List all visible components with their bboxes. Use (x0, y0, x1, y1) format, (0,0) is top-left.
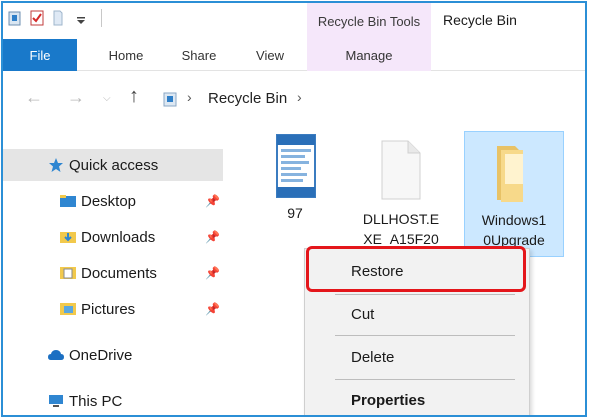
nav-item-this-pc[interactable]: This PC (3, 385, 223, 415)
address-bar-row: ← → ⌵ ↑ › Recycle Bin › (3, 71, 585, 127)
tab-share[interactable]: Share (171, 39, 227, 71)
download-folder-icon (59, 229, 77, 245)
menu-divider (335, 379, 515, 380)
tab-home[interactable]: Home (99, 39, 153, 71)
recycle-bin-small-icon (7, 9, 23, 27)
context-menu: Restore Cut Delete Properties (304, 248, 530, 415)
nav-item-label: Pictures (81, 300, 136, 318)
file-item-windows10upgrade[interactable]: Windows1 0Upgrade (464, 131, 564, 257)
nav-item-quick-access[interactable]: Quick access (3, 149, 223, 181)
pin-icon[interactable]: 📌 (205, 194, 220, 208)
nav-item-desktop[interactable]: Desktop 📌 (3, 185, 223, 217)
file-name: 0Upgrade (483, 232, 545, 248)
nav-item-label: OneDrive (69, 346, 133, 364)
cloud-icon (47, 347, 65, 363)
pin-icon[interactable]: 📌 (205, 230, 220, 244)
file-name: XE_A15F20 (363, 231, 439, 247)
navigation-pane: Quick access Desktop 📌 Downloads 📌 Docum… (3, 127, 223, 415)
nav-item-downloads[interactable]: Downloads 📌 (3, 221, 223, 253)
document-icon (276, 134, 316, 198)
breadcrumb-chevron-icon[interactable]: › (297, 89, 302, 105)
nav-item-label: Documents (81, 264, 157, 282)
pin-icon[interactable]: 📌 (205, 266, 220, 280)
menu-divider (335, 335, 515, 336)
file-name: 97 (287, 205, 303, 221)
star-icon (47, 157, 65, 173)
nav-item-label: This PC (69, 392, 123, 410)
menu-divider (335, 294, 515, 295)
recycle-bin-tools-group: Recycle Bin Tools (307, 3, 431, 39)
recent-locations-chevron-icon[interactable]: ⌵ (103, 93, 111, 104)
file-name: DLLHOST.E (362, 211, 440, 227)
toolbar-divider (101, 9, 102, 27)
back-arrow-icon[interactable]: ← (25, 87, 43, 108)
ribbon-tabs: File Home Share View Manage (3, 39, 585, 71)
nav-item-pictures[interactable]: Pictures 📌 (3, 293, 223, 325)
recycle-bin-icon (161, 90, 179, 108)
pin-icon[interactable]: 📌 (205, 302, 220, 316)
file-explorer-window: Recycle Bin Tools Recycle Bin File Home … (1, 1, 587, 417)
folder-icon (59, 193, 77, 209)
properties-check-icon[interactable] (29, 9, 45, 27)
nav-item-label: Desktop (81, 192, 137, 210)
up-arrow-icon[interactable]: ↑ (129, 85, 139, 108)
file-name: Windows1 (481, 212, 547, 228)
new-folder-icon[interactable] (51, 9, 67, 27)
tab-file[interactable]: File (3, 39, 77, 71)
computer-icon (47, 393, 65, 409)
window-title: Recycle Bin (443, 12, 517, 28)
file-item-97[interactable]: 97 (259, 133, 331, 233)
nav-item-label: Downloads (81, 228, 156, 246)
menu-item-cut[interactable]: Cut (305, 296, 529, 332)
tab-view[interactable]: View (243, 39, 297, 71)
file-item-dllhost[interactable]: DLLHOST.E XE_A15F20 (351, 139, 451, 249)
blank-file-icon (381, 140, 421, 200)
tab-manage[interactable]: Manage (307, 39, 431, 71)
nav-item-label: Quick access (69, 156, 159, 174)
folder-icon (497, 146, 523, 202)
breadcrumb-chevron-icon[interactable]: › (187, 89, 192, 105)
pictures-folder-icon (59, 301, 77, 317)
nav-item-documents[interactable]: Documents 📌 (3, 257, 223, 289)
title-bar: Recycle Bin Tools Recycle Bin (3, 3, 585, 39)
nav-item-onedrive[interactable]: OneDrive (3, 339, 223, 371)
menu-item-properties[interactable]: Properties (305, 382, 529, 415)
menu-item-restore[interactable]: Restore (305, 253, 529, 289)
documents-folder-icon (59, 265, 77, 281)
customize-dropdown-icon[interactable] (73, 9, 89, 27)
breadcrumb-recycle-bin[interactable]: Recycle Bin (208, 90, 287, 107)
menu-item-delete[interactable]: Delete (305, 339, 529, 375)
quick-access-toolbar (7, 9, 102, 27)
forward-arrow-icon[interactable]: → (67, 87, 85, 108)
